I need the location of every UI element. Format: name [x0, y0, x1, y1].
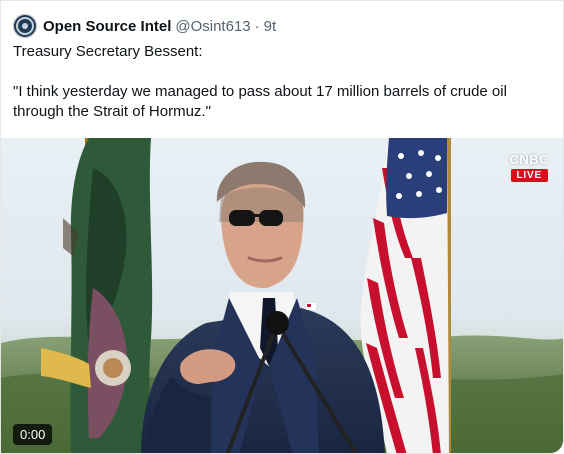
avatar[interactable]: [13, 14, 37, 38]
video-frame-illustration: [1, 138, 563, 453]
separator-dot: ·: [254, 17, 260, 35]
avatar-icon: [16, 17, 34, 35]
tweet-card[interactable]: Open Source Intel @Osint613 · 9t Treasur…: [0, 0, 564, 454]
tweet-header: Open Source Intel @Osint613 · 9t: [13, 13, 276, 39]
video-duration-badge: 0:00: [13, 424, 53, 445]
author-handle[interactable]: @Osint613: [175, 18, 250, 35]
live-badge: LIVE: [510, 169, 548, 182]
tweet-quote-line-1: "I think yesterday we managed to pass ab…: [13, 83, 507, 100]
video-player[interactable]: CNBC LIVE 0:00: [1, 138, 563, 453]
post-time[interactable]: 9t: [264, 18, 277, 35]
tweet-text-line-1: Treasury Secretary Bessent:: [13, 43, 203, 60]
cnbc-logo: CNBC: [509, 152, 549, 167]
tweet-text: Treasury Secretary Bessent: "I think yes…: [13, 42, 553, 122]
author-name[interactable]: Open Source Intel: [43, 18, 171, 35]
tweet-quote-line-2: through the Strait of Hormuz.": [13, 103, 211, 120]
network-overlay: CNBC LIVE: [509, 152, 549, 182]
